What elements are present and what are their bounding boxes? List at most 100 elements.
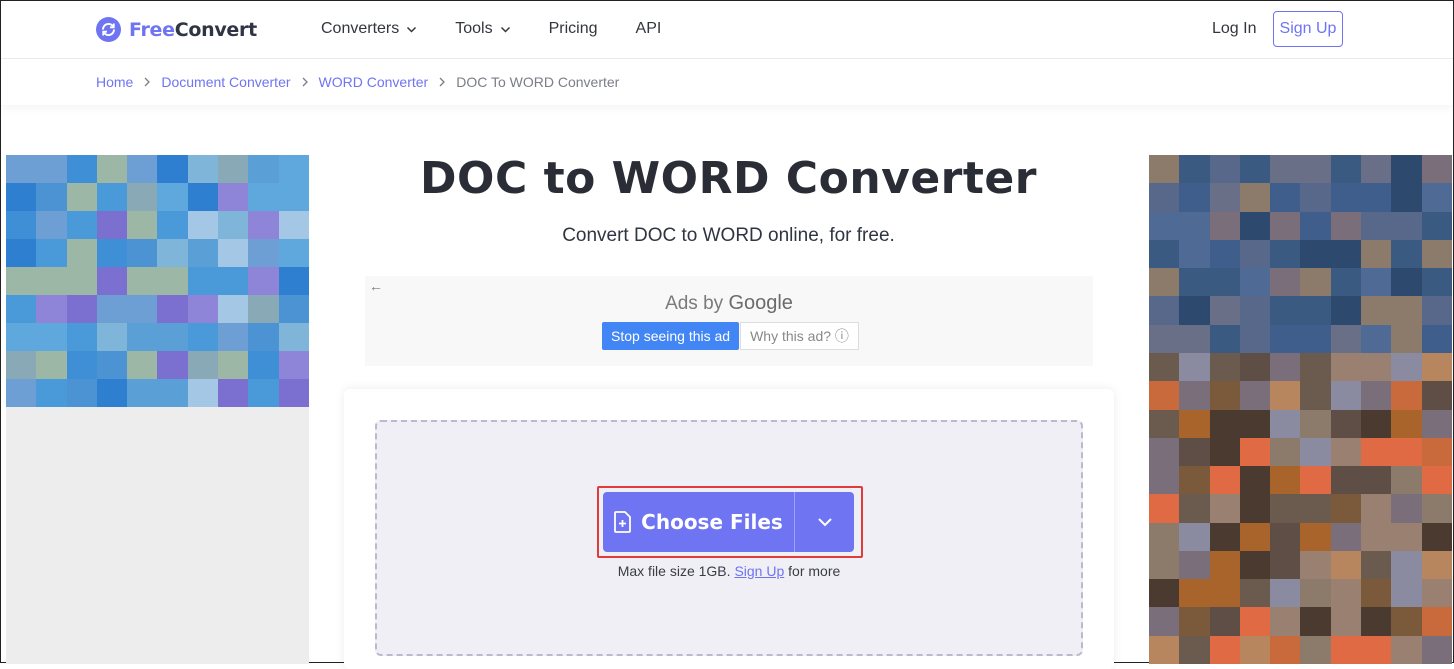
ad-pixel xyxy=(1330,381,1362,410)
ad-pixel xyxy=(1239,466,1271,495)
ad-pixel xyxy=(1300,607,1331,636)
ad-pixel xyxy=(1330,296,1362,325)
ad-pixel xyxy=(1361,522,1392,551)
ad-pixel xyxy=(1361,494,1392,523)
ad-pixel xyxy=(66,351,97,379)
breadcrumb-home[interactable]: Home xyxy=(96,74,133,90)
logo[interactable]: FreeConvert xyxy=(96,17,257,42)
ad-pixel xyxy=(1300,211,1331,240)
ad-pixel xyxy=(6,295,37,323)
ad-pixel xyxy=(66,183,97,211)
ad-pixel xyxy=(187,295,219,323)
chevron-right-icon xyxy=(302,77,308,87)
ad-pixel xyxy=(1421,494,1452,523)
ad-pixel xyxy=(1209,607,1240,636)
ad-pixel xyxy=(1300,466,1331,495)
stop-seeing-ad-button[interactable]: Stop seeing this ad xyxy=(602,322,740,350)
ad-pixel xyxy=(6,239,37,267)
ad-pixel xyxy=(1391,635,1422,664)
ad-pixel xyxy=(157,379,188,407)
ad-pixel xyxy=(1361,409,1392,438)
nav-api[interactable]: API xyxy=(636,20,662,38)
ad-pixel xyxy=(1391,324,1422,353)
ad-pixel xyxy=(1330,239,1362,269)
ad-pixel xyxy=(1149,183,1180,212)
ad-pixel xyxy=(1179,466,1210,495)
breadcrumb-document-converter[interactable]: Document Converter xyxy=(161,74,290,90)
ad-pixel xyxy=(1330,466,1362,495)
google-ad-panel: ← Ads by Google Stop seeing this ad Why … xyxy=(365,276,1093,366)
ad-pixel xyxy=(1149,381,1180,410)
login-link[interactable]: Log In xyxy=(1212,20,1256,38)
ad-pixel xyxy=(1209,494,1240,523)
ad-pixel xyxy=(1270,437,1301,467)
ad-pixel xyxy=(66,295,97,323)
choose-files-dropdown[interactable] xyxy=(795,492,854,552)
ad-pixel xyxy=(127,267,158,295)
ad-pixel xyxy=(96,351,128,379)
ad-pixel xyxy=(1300,296,1331,325)
ad-pixel xyxy=(127,323,158,351)
ad-pixel xyxy=(6,267,37,295)
ad-pixel xyxy=(1421,324,1452,353)
ad-pixel xyxy=(248,155,279,183)
ad-pixel xyxy=(1270,352,1301,382)
ad-pixel xyxy=(248,379,279,407)
nav-tools[interactable]: Tools xyxy=(455,20,510,38)
ad-pixel xyxy=(1239,183,1271,212)
ad-pixel xyxy=(1421,437,1452,467)
ad-pixel xyxy=(1391,437,1422,467)
ad-pixel xyxy=(157,155,188,183)
nav-pricing[interactable]: Pricing xyxy=(549,20,598,38)
ad-pixel xyxy=(187,351,219,379)
ad-pixel xyxy=(1421,550,1452,580)
side-ad-right[interactable] xyxy=(1149,155,1452,664)
nav-converters[interactable]: Converters xyxy=(321,20,417,38)
ad-pixel xyxy=(1391,522,1422,551)
ad-pixel xyxy=(1209,550,1240,580)
ad-pixel xyxy=(127,239,158,267)
ad-pixel xyxy=(1391,550,1422,580)
ad-pixel xyxy=(1149,352,1180,382)
ad-pixel xyxy=(278,379,309,407)
ad-pixel xyxy=(1361,437,1392,467)
side-ad-left[interactable] xyxy=(6,155,309,407)
ad-pixel xyxy=(1421,211,1452,240)
choose-files-button[interactable]: Choose Files xyxy=(603,492,794,552)
ad-pixel xyxy=(1361,211,1392,240)
ad-pixel xyxy=(1361,268,1392,297)
ad-pixel xyxy=(1300,239,1331,269)
ad-pixel xyxy=(1421,409,1452,438)
ad-pixel xyxy=(1239,409,1271,438)
ad-pixel xyxy=(1361,183,1392,212)
ad-pixel xyxy=(278,239,309,267)
ad-pixel xyxy=(96,295,128,323)
breadcrumb-word-converter[interactable]: WORD Converter xyxy=(319,74,429,90)
ad-pixel xyxy=(1270,324,1301,353)
ad-pixel xyxy=(1421,296,1452,325)
ad-pixel xyxy=(127,211,158,239)
ad-pixel xyxy=(1391,494,1422,523)
file-size-limit: Max file size 1GB. Sign Up for more xyxy=(617,563,841,579)
ad-pixel xyxy=(1391,579,1422,608)
ad-pixel xyxy=(1149,155,1180,184)
ad-pixel xyxy=(96,183,128,211)
signup-link[interactable]: Sign Up xyxy=(734,563,784,579)
signup-button[interactable]: Sign Up xyxy=(1273,11,1343,47)
ad-pixel xyxy=(278,351,309,379)
convert-icon xyxy=(96,17,121,42)
logo-text: FreeConvert xyxy=(129,18,257,41)
ad-pixel xyxy=(187,267,219,295)
ad-pixel xyxy=(278,267,309,295)
ad-pixel xyxy=(218,351,249,379)
ad-pixel xyxy=(1361,607,1392,636)
ad-pixel xyxy=(218,295,249,323)
ad-pixel xyxy=(1209,437,1240,467)
ad-pixel xyxy=(1270,268,1301,297)
ad-pixel xyxy=(1179,607,1210,636)
ad-pixel xyxy=(6,379,37,407)
ad-pixel xyxy=(1179,352,1210,382)
why-this-ad-button[interactable]: Why this ad? ⓘ xyxy=(740,322,859,350)
ad-pixel xyxy=(1270,494,1301,523)
ad-pixel xyxy=(36,295,67,323)
